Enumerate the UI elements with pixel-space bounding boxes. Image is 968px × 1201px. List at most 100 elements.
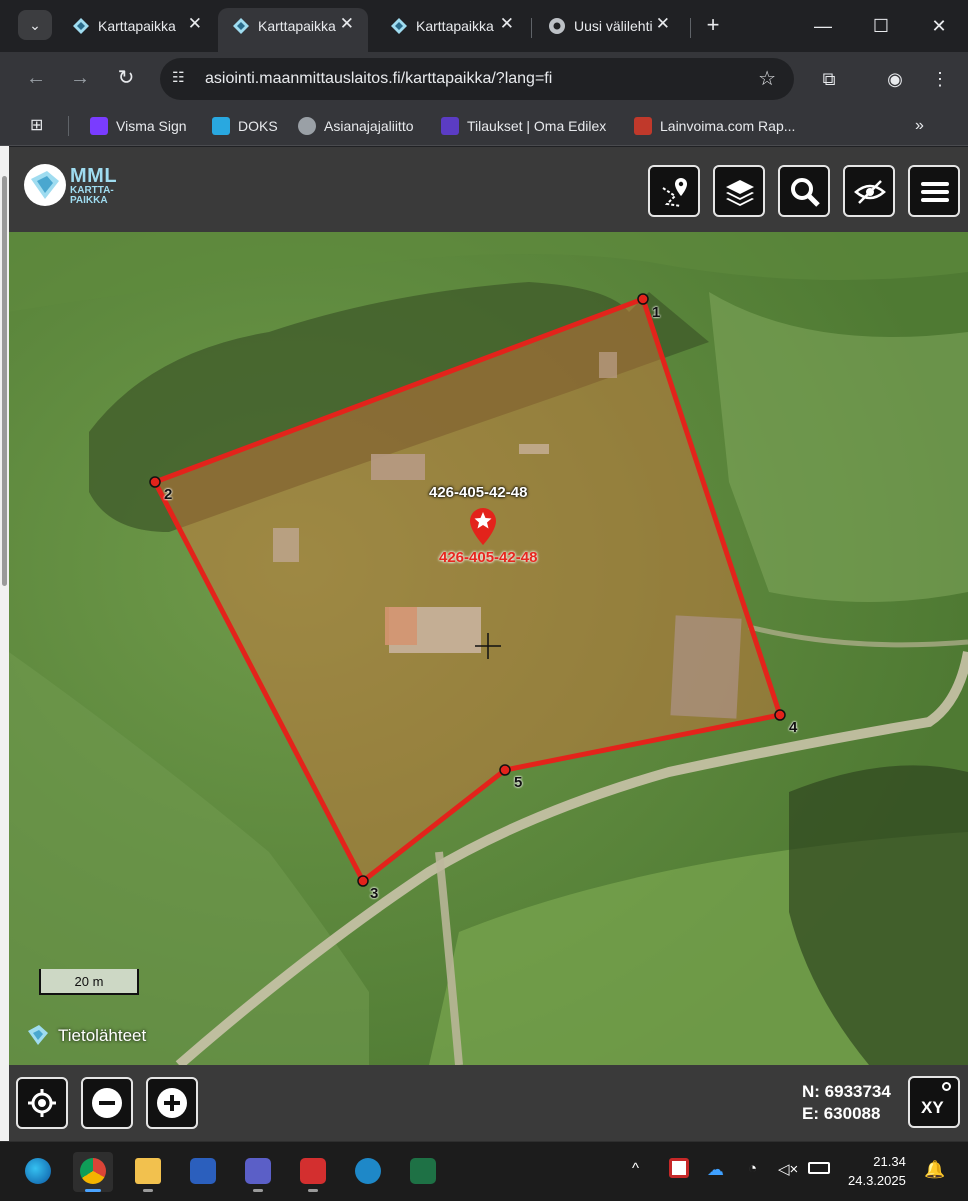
xy-label: XY	[921, 1098, 944, 1117]
taskbar-teams[interactable]	[238, 1152, 278, 1192]
bookmark-edilex[interactable]: Tilaukset | Oma Edilex	[441, 115, 606, 137]
karttapaikka-page: MML KARTTA- PAIKKA 426-405-42-48 426-405…	[9, 147, 968, 1141]
minimize-button[interactable]: —	[798, 10, 848, 42]
new-tab-button[interactable]: +	[700, 10, 726, 40]
close-window-button[interactable]: ✕	[914, 10, 964, 42]
globe-icon	[298, 117, 316, 135]
profile-icon[interactable]: ◉	[880, 64, 910, 94]
teams-icon	[245, 1158, 271, 1184]
sources-label[interactable]: Tietolähteet	[58, 1026, 146, 1046]
lainvoima-icon	[634, 117, 652, 135]
running-indicator	[253, 1189, 263, 1192]
taskbar-chrome[interactable]	[73, 1152, 113, 1192]
running-indicator	[143, 1189, 153, 1192]
bookmark-star-icon[interactable]: ☆	[758, 66, 776, 91]
vertex-label-5: 5	[514, 774, 523, 791]
bookmark-asianajajaliitto[interactable]: Asianajajaliitto	[298, 115, 414, 137]
scale-label: 20 m	[74, 974, 104, 989]
address-bar[interactable]: ☷ asiointi.maanmittauslaitos.fi/karttapa…	[160, 58, 794, 100]
taskbar-pdf-editor[interactable]	[293, 1152, 333, 1192]
mml-favicon-icon	[73, 18, 89, 34]
extensions-icon[interactable]: ⧉	[814, 64, 844, 94]
app-logo-text: MML KARTTA- PAIKKA	[70, 165, 118, 206]
building	[519, 444, 549, 454]
taskbar-accessibility-app[interactable]	[348, 1152, 388, 1192]
back-button[interactable]: ←	[20, 62, 52, 94]
hamburger-menu-icon	[921, 182, 949, 202]
edilex-icon	[441, 117, 459, 135]
locate-button[interactable]	[16, 1077, 68, 1129]
page-scrollbar[interactable]	[0, 146, 9, 1141]
aerial-imagery[interactable]	[9, 232, 968, 1065]
url-text[interactable]: asiointi.maanmittauslaitos.fi/karttapaik…	[205, 70, 552, 88]
bookmarks-bar: ⊞ Visma Sign DOKS Asianajajaliitto Tilau…	[0, 106, 968, 146]
excel-icon	[410, 1158, 436, 1184]
more-bookmarks-icon[interactable]: »	[915, 115, 924, 137]
bookmark-lainvoima[interactable]: Lainvoima.com Rap...	[634, 115, 795, 137]
word-icon	[190, 1158, 216, 1184]
taskbar-file-explorer[interactable]	[128, 1152, 168, 1192]
apps-grid-icon[interactable]: ⊞	[30, 115, 43, 137]
tab-separator	[690, 18, 691, 38]
tab-karttapaikka-1[interactable]: Karttapaikka ✕	[58, 8, 216, 52]
tray-overflow-icon[interactable]: ^	[632, 1160, 639, 1177]
mml-sources-icon	[28, 1025, 48, 1045]
forward-button[interactable]: →	[64, 62, 96, 94]
taskbar-excel[interactable]	[403, 1152, 443, 1192]
file-explorer-icon	[135, 1158, 161, 1184]
chrome-favicon-icon	[549, 18, 565, 34]
building	[371, 454, 425, 480]
vertex-label-4: 4	[789, 719, 798, 736]
search-button[interactable]	[778, 165, 830, 217]
close-tab-icon[interactable]: ✕	[188, 14, 202, 34]
tab-karttapaikka-3[interactable]: Karttapaikka ✕	[376, 8, 528, 52]
close-tab-icon[interactable]: ✕	[340, 14, 354, 34]
tab-title: Karttapaikka	[416, 18, 494, 34]
scrollbar-thumb[interactable]	[2, 176, 7, 586]
tab-karttapaikka-2[interactable]: Karttapaikka ✕	[218, 8, 368, 52]
mml-logo-icon	[24, 164, 66, 206]
browser-toolbar: ← → ↻ ☷ asiointi.maanmittauslaitos.fi/ka…	[0, 52, 968, 106]
reload-button[interactable]: ↻	[110, 62, 142, 94]
parcel-id-marker-label[interactable]: 426-405-42-48	[439, 549, 537, 566]
hide-ui-button[interactable]	[843, 165, 895, 217]
taskbar-edge[interactable]	[18, 1152, 58, 1192]
doks-icon	[212, 117, 230, 135]
bookmark-visma-sign[interactable]: Visma Sign	[90, 115, 187, 137]
taskbar-word[interactable]	[183, 1152, 223, 1192]
onedrive-icon[interactable]: ☁	[707, 1160, 724, 1180]
route-button[interactable]	[648, 165, 700, 217]
maximize-button[interactable]: ☐	[856, 10, 906, 42]
close-tab-icon[interactable]: ✕	[500, 14, 514, 34]
map-controls-bar: N: 6933734 E: 630088 XY	[9, 1065, 968, 1141]
volume-muted-icon[interactable]: ◁×	[778, 1160, 798, 1178]
zoom-in-button[interactable]	[146, 1077, 198, 1129]
chrome-icon	[80, 1158, 106, 1184]
main-menu-button[interactable]	[908, 165, 960, 217]
app-header: MML KARTTA- PAIKKA	[9, 147, 968, 232]
coordinate-tool-button[interactable]: XY	[908, 1076, 960, 1128]
close-tab-icon[interactable]: ✕	[656, 14, 670, 34]
wifi-icon[interactable]: ◔	[748, 1160, 757, 1177]
tray-app-icon[interactable]	[669, 1158, 689, 1178]
building	[385, 607, 417, 645]
route-pin-icon	[662, 178, 687, 207]
tab-new-tab[interactable]: Uusi välilehti ✕	[534, 8, 684, 52]
chrome-menu-icon[interactable]: ⋮	[925, 64, 955, 94]
map-view[interactable]: 426-405-42-48 426-405-42-48 1 2 3 4 5 20…	[9, 232, 968, 1065]
running-indicator	[308, 1189, 318, 1192]
battery-icon[interactable]	[808, 1162, 830, 1174]
site-info-icon[interactable]: ☷	[172, 69, 192, 89]
visma-sign-icon	[90, 117, 108, 135]
tab-title: Karttapaikka	[258, 18, 336, 34]
layers-button[interactable]	[713, 165, 765, 217]
tab-search-button[interactable]: ⌄	[18, 10, 52, 40]
zoom-in-icon	[157, 1088, 187, 1118]
tab-title: Uusi välilehti	[574, 18, 652, 34]
mml-favicon-icon	[233, 18, 249, 34]
system-clock[interactable]: 21.34 24.3.2025	[848, 1152, 906, 1190]
bookmark-doks[interactable]: DOKS	[212, 115, 278, 137]
zoom-out-button[interactable]	[81, 1077, 133, 1129]
notification-bell-icon[interactable]: 🔔	[924, 1160, 945, 1180]
coord-east: E: 630088	[802, 1104, 881, 1123]
